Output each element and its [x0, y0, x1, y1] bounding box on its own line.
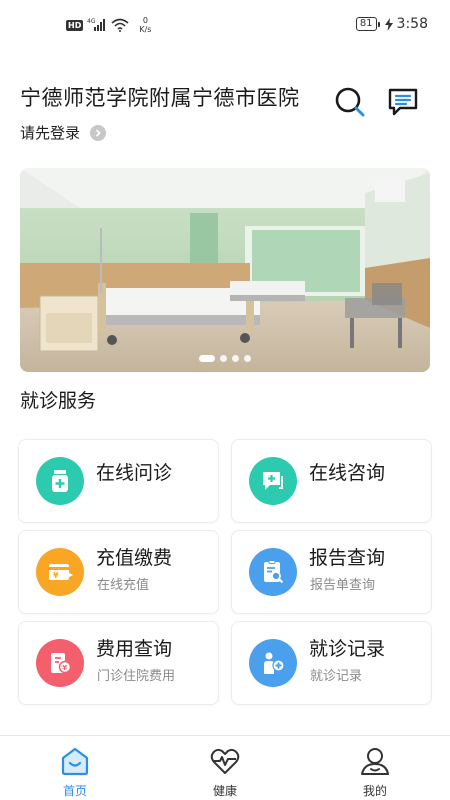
home-icon[interactable] — [59, 745, 91, 777]
card-title: 在线问诊 — [96, 462, 173, 484]
svg-text:¥: ¥ — [53, 571, 59, 580]
hospital-name: 宁德师范学院附属宁德市医院 — [20, 86, 300, 110]
message-icon[interactable] — [386, 85, 420, 119]
card-title: 在线咨询 — [309, 462, 386, 484]
bottom-nav: 首页 健康 我的 — [0, 735, 450, 800]
service-card-online-consultation[interactable]: 在线问诊 — [18, 439, 219, 523]
card-title: 报告查询 — [309, 547, 386, 569]
visit-record-icon — [249, 639, 297, 687]
carousel-dot[interactable] — [244, 355, 251, 362]
user-icon[interactable] — [359, 745, 391, 777]
fee-query-icon: ¥ — [36, 639, 84, 687]
nav-label: 健康 — [212, 784, 237, 798]
heart-pulse-icon[interactable] — [209, 745, 241, 777]
carousel-dot[interactable] — [220, 355, 227, 362]
signal-icon: 4G — [87, 18, 106, 31]
login-prompt-row[interactable]: 请先登录 — [20, 122, 107, 143]
svg-text:4G: 4G — [87, 18, 96, 25]
carousel-indicator — [20, 355, 430, 362]
search-icon[interactable] — [333, 85, 367, 119]
nav-label: 首页 — [62, 784, 87, 798]
battery-indicator: 81 — [355, 17, 380, 31]
report-search-icon — [249, 548, 297, 596]
nav-item-health[interactable]: 健康 — [150, 736, 300, 800]
card-subtitle: 门诊住院费用 — [97, 669, 176, 684]
status-left: HD 4G 0 K/s — [66, 16, 151, 34]
chat-plus-icon — [249, 457, 297, 505]
carousel-dot[interactable] — [199, 355, 215, 362]
nav-label: 我的 — [362, 784, 387, 798]
hd-badge: HD — [66, 19, 84, 31]
svg-text:¥: ¥ — [62, 664, 67, 672]
card-subtitle: 就诊记录 — [310, 669, 363, 684]
service-card-visit-record[interactable]: 就诊记录 就诊记录 — [231, 621, 432, 705]
network-speed: 0 K/s — [139, 16, 152, 34]
service-card-online-inquiry[interactable]: 在线咨询 — [231, 439, 432, 523]
card-subtitle: 报告单查询 — [310, 578, 376, 593]
service-card-report-query[interactable]: 报告查询 报告单查询 — [231, 530, 432, 614]
service-card-fee-query[interactable]: ¥ 费用查询 门诊住院费用 — [18, 621, 219, 705]
charging-icon — [384, 17, 393, 31]
chevron-right-icon[interactable] — [90, 124, 107, 141]
status-bar: HD 4G 0 K/s 81 3:58 — [0, 0, 450, 50]
wifi-icon — [111, 18, 129, 32]
nav-item-mine[interactable]: 我的 — [300, 736, 450, 800]
card-subtitle: 在线充值 — [97, 578, 150, 593]
card-title: 就诊记录 — [309, 638, 386, 660]
status-time: 3:58 — [396, 16, 428, 32]
service-grid: 在线问诊 在线咨询 ¥ 充值缴费 在线充值 报告查询 报告单查询 ¥ 费用查询 … — [18, 439, 432, 705]
status-right: 81 3:58 — [355, 16, 428, 32]
section-title: 就诊服务 — [20, 390, 97, 412]
banner-carousel[interactable] — [20, 168, 430, 372]
ward-room-image — [20, 168, 430, 372]
card-title: 费用查询 — [96, 638, 173, 660]
login-prompt[interactable]: 请先登录 — [20, 122, 80, 143]
medicine-bottle-icon — [36, 457, 84, 505]
service-card-payment[interactable]: ¥ 充值缴费 在线充值 — [18, 530, 219, 614]
nav-item-home[interactable]: 首页 — [0, 736, 150, 800]
payment-card-icon: ¥ — [36, 548, 84, 596]
carousel-dot[interactable] — [232, 355, 239, 362]
card-title: 充值缴费 — [96, 547, 173, 569]
